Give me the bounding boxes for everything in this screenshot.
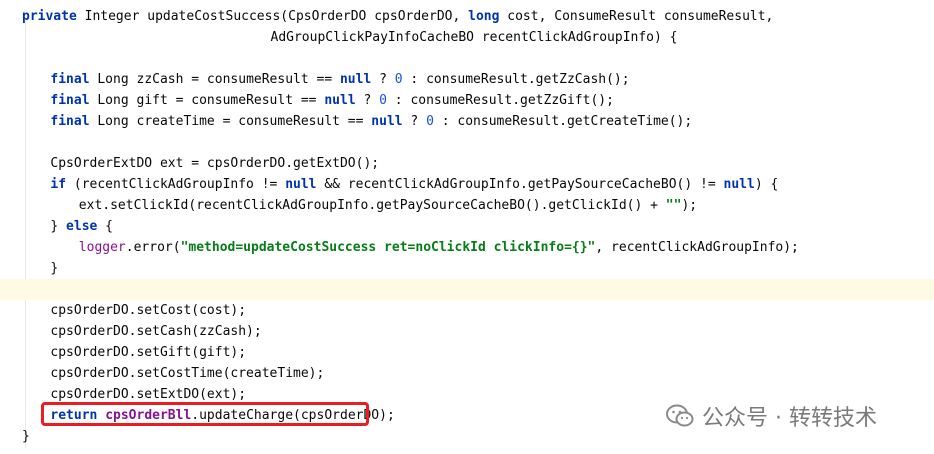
code-token: : consumeResult.getCreateTime(); [433,114,693,129]
code-token: null [371,114,403,129]
code-token: AdGroupClickPayInfoCacheBO recentClickAd… [270,30,678,45]
code-token: final [50,72,90,87]
code-line[interactable]: cpsOrderDO.setCostTime(createTime); [0,363,934,384]
code-token: ? [355,93,380,108]
code-token: Integer updateCostSuccess(CpsOrderDO cps… [76,9,469,24]
code-text: ext.setClickId(recentClickAdGroupInfo.ge… [79,195,697,216]
code-token: .error( [125,240,181,255]
code-text: } [22,426,30,447]
code-text: private Integer updateCostSuccess(CpsOrd… [22,6,773,27]
code-text: final Long gift = consumeResult == null … [50,90,614,111]
code-line[interactable]: final Long gift = consumeResult == null … [0,90,934,111]
code-token: 0 [379,93,387,108]
code-line[interactable]: } [0,258,934,279]
code-token: cpsOrderDO.setCostTime(createTime); [50,366,325,381]
code-token: else [66,219,98,234]
code-text: } [50,258,58,279]
code-text: CpsOrderExtDO ext = cpsOrderDO.getExtDO(… [50,153,379,174]
watermark-text: 公众号 · 转转技术 [702,406,877,431]
code-token: 0 [426,114,434,129]
code-line[interactable]: CpsOrderExtDO ext = cpsOrderDO.getExtDO(… [0,153,934,174]
code-text: if (recentClickAdGroupInfo != null && re… [50,174,778,195]
code-token: ) { [754,177,779,192]
code-line[interactable]: cpsOrderDO.setCash(zzCash); [0,321,934,342]
code-token: null [723,177,755,192]
code-token: { [97,219,114,234]
code-text: cpsOrderDO.setCost(cost); [50,300,246,321]
code-token: : consumeResult.getZzGift(); [386,93,614,108]
code-text: cpsOrderDO.setCostTime(createTime); [50,363,324,384]
code-token: } [50,219,67,234]
code-line[interactable]: cpsOrderDO.setCost(cost); [0,300,934,321]
code-line[interactable]: final Long createTime = consumeResult ==… [0,111,934,132]
code-line[interactable] [0,132,934,153]
code-line[interactable]: cpsOrderDO.setGift(gift); [0,342,934,363]
code-token: ? [371,72,395,87]
code-token: logger [78,240,126,255]
code-text: AdGroupClickPayInfoCacheBO recentClickAd… [271,27,678,48]
code-token: CpsOrderExtDO ext = cpsOrderDO.getExtDO(… [50,156,380,171]
code-token: "" [665,198,682,213]
code-token: final [50,93,90,108]
code-token: , recentClickAdGroupInfo); [595,240,799,255]
code-text: final Long createTime = consumeResult ==… [50,111,692,132]
watermark: 公众号 · 转转技术 [666,400,877,432]
wechat-icon [666,404,694,428]
code-line[interactable]: if (recentClickAdGroupInfo != null && re… [0,174,934,195]
code-token: null [339,72,372,87]
code-line[interactable] [0,48,934,69]
code-text: final Long zzCash = consumeResult == nul… [50,69,629,90]
code-line[interactable]: AdGroupClickPayInfoCacheBO recentClickAd… [0,27,934,48]
code-token: "method=updateCostSuccess ret=noClickId … [180,240,596,255]
code-token: : consumeResult.getZzCash(); [402,72,630,87]
code-token: Long gift = consumeResult == [89,93,325,108]
code-token: null [324,93,356,108]
code-token: final [50,114,90,129]
highlight-box [41,402,369,426]
code-token: Long zzCash = consumeResult == [89,72,340,87]
code-token: } [22,429,30,444]
code-token: (recentClickAdGroupInfo != [66,177,286,192]
code-text: logger.error("method=updateCostSuccess r… [79,237,799,258]
code-line[interactable]: } else { [0,216,934,237]
code-token: null [285,177,317,192]
code-token: if [50,177,67,192]
code-text: cpsOrderDO.setCash(zzCash); [50,321,261,342]
code-token: ); [681,198,698,213]
code-line[interactable] [0,279,934,300]
code-token: private [22,9,77,24]
code-token: Long createTime = consumeResult == [89,114,372,129]
code-line[interactable]: ext.setClickId(recentClickAdGroupInfo.ge… [0,195,934,216]
code-text: } else { [50,216,113,237]
code-token: long [468,9,500,24]
code-line[interactable]: private Integer updateCostSuccess(CpsOrd… [0,6,934,27]
code-line[interactable]: logger.error("method=updateCostSuccess r… [0,237,934,258]
code-text: cpsOrderDO.setGift(gift); [50,342,246,363]
code-token: ? [402,114,427,129]
code-editor[interactable]: private Integer updateCostSuccess(CpsOrd… [0,0,934,454]
code-token: cpsOrderDO.setCost(cost); [50,303,247,318]
code-token: cpsOrderDO.setExtDO(ext); [50,387,247,402]
code-token: } [50,261,59,276]
code-token: 0 [394,72,403,87]
code-line[interactable]: final Long zzCash = consumeResult == nul… [0,69,934,90]
code-token: cpsOrderDO.setCash(zzCash); [50,324,262,339]
code-token: && recentClickAdGroupInfo.getPaySourceCa… [316,177,724,192]
code-token: cpsOrderDO.setGift(gift); [50,345,247,360]
code-token: cost, ConsumeResult consumeResult, [499,9,774,24]
code-token: ext.setClickId(recentClickAdGroupInfo.ge… [78,198,666,213]
